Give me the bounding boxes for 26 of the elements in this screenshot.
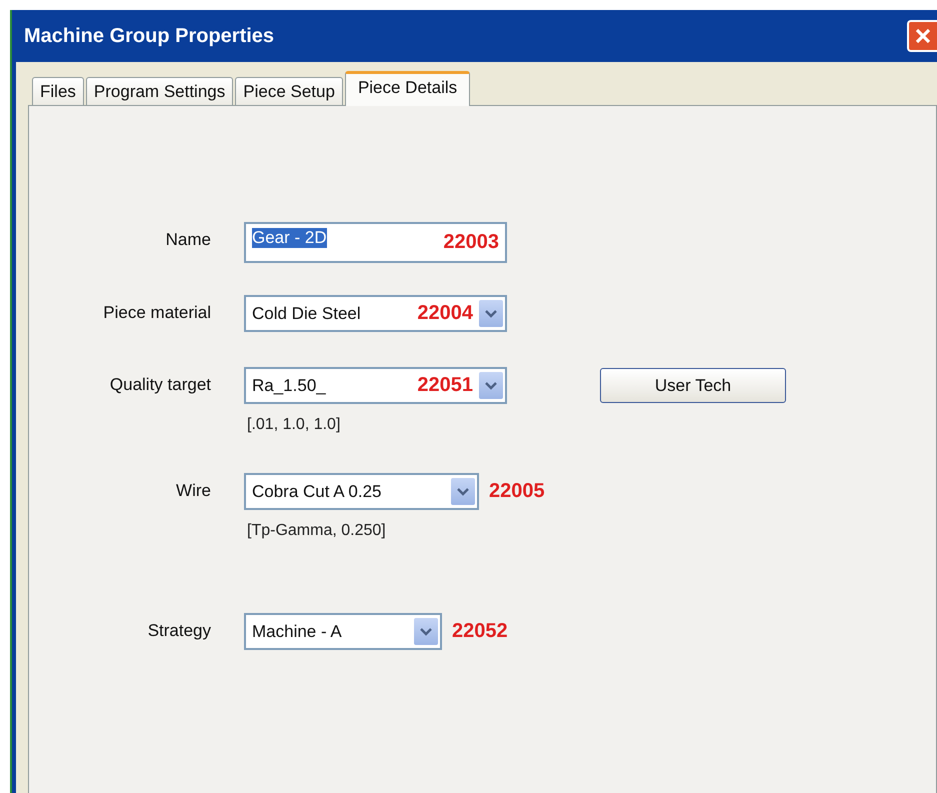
annotation-number: 22004 (417, 302, 473, 325)
annotation-number: 22005 (489, 480, 545, 503)
field-label: Name (164, 229, 211, 250)
hint-text: [.01, 1.0, 1.0] (246, 416, 342, 434)
close-button[interactable] (907, 20, 937, 52)
dropdown-field[interactable]: Cold Die Steel 22004 (244, 295, 507, 332)
window-title: Machine Group Properties (23, 24, 274, 48)
hint-text: [Tp-Gamma, 0.250] (246, 522, 387, 540)
field-label: Strategy (146, 620, 211, 641)
close-icon (913, 26, 933, 46)
dropdown-field[interactable]: Ra_1.50_ 22051 (244, 367, 507, 404)
dropdown-field[interactable]: Cobra Cut A 0.25 (244, 473, 479, 510)
tab[interactable]: Piece Setup (235, 77, 343, 105)
user-tech-button[interactable]: User Tech (600, 368, 786, 403)
input-value: Gear - 2D (252, 228, 327, 248)
dropdown-field[interactable]: Machine - A (244, 613, 442, 650)
tab[interactable]: Piece Details (344, 71, 470, 106)
tab[interactable]: Program Settings (86, 77, 234, 105)
name-input[interactable]: Gear - 2D 22003 (244, 222, 507, 263)
annotation-number: 22052 (452, 620, 508, 643)
field-label: Wire (175, 480, 211, 501)
annotation-number: 22051 (417, 374, 473, 397)
annotation-number: 22003 (443, 231, 499, 254)
field-label: Piece material (102, 302, 211, 323)
field-label: Quality target (108, 374, 211, 395)
tab[interactable]: Files (32, 77, 84, 105)
